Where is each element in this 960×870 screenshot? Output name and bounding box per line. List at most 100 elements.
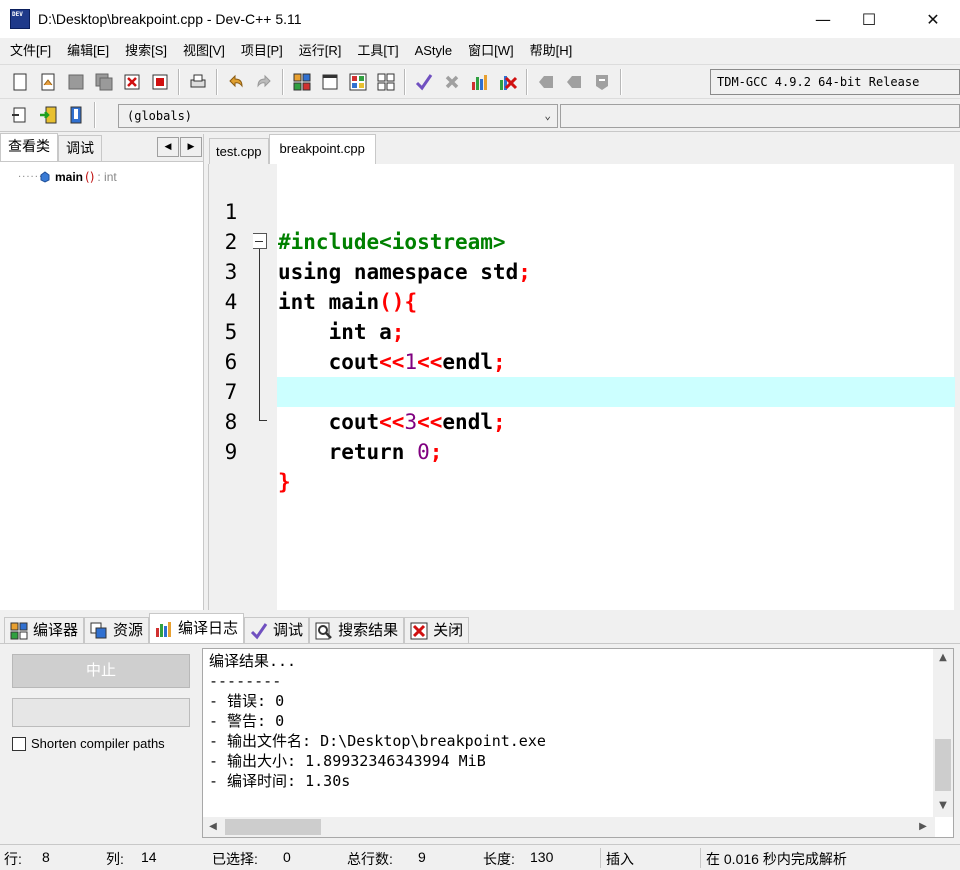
undo-icon[interactable] (224, 70, 248, 94)
code-line: 1 #include<iostream> (209, 167, 955, 254)
function-icon (40, 171, 50, 183)
maximize-button[interactable]: ☐ (846, 0, 892, 38)
tab-test-cpp[interactable]: test.cpp (209, 138, 269, 164)
status-separator (600, 848, 601, 868)
scroll-right-icon[interactable]: ▶ (913, 818, 933, 836)
menu-project[interactable]: 项目[P] (233, 38, 291, 64)
toolbar-separator (282, 68, 284, 95)
status-col-label: 列: (106, 851, 124, 867)
window-icon[interactable] (318, 70, 342, 94)
log-line: - 警告: 0 (209, 712, 285, 730)
vertical-scrollbar[interactable]: ▲ ▼ (933, 649, 953, 817)
save-icon[interactable] (64, 70, 88, 94)
code-line: 5 cout<<1<<endl; (209, 287, 955, 374)
color-palette-icon[interactable] (346, 70, 370, 94)
status-total-lines-label: 总行数: (347, 851, 393, 867)
menu-bar: 文件[F] 编辑[E] 搜索[S] 视图[V] 项目[P] 运行[R] 工具[T… (0, 38, 960, 64)
tab-search-results[interactable]: 搜索结果 (309, 617, 405, 643)
close-file-icon[interactable] (120, 70, 144, 94)
horizontal-scroll-thumb[interactable] (225, 819, 321, 835)
menu-astyle[interactable]: AStyle (407, 38, 461, 64)
save-all-icon[interactable] (92, 70, 116, 94)
close-button[interactable]: ✕ (906, 0, 960, 38)
class-browser-tabs: 查看类 调试 ◀ ▶ (0, 133, 203, 162)
tab-debug-output[interactable]: 调试 (244, 617, 310, 643)
scroll-down-icon[interactable]: ▼ (933, 797, 953, 815)
bookmark-left-icon[interactable] (534, 70, 558, 94)
class-tree-item-main[interactable]: ······ main () : int (18, 170, 117, 184)
shorten-paths-label: Shorten compiler paths (31, 736, 165, 751)
bookmark-toggle-icon[interactable] (64, 103, 88, 127)
scroll-left-icon[interactable]: ◀ (203, 818, 223, 836)
log-line: 编译结果... (209, 652, 297, 670)
insert-icon[interactable] (8, 103, 32, 127)
redo-icon[interactable] (252, 70, 276, 94)
vertical-scroll-thumb[interactable] (935, 739, 951, 791)
menu-window[interactable]: 窗口[W] (460, 38, 522, 64)
menu-view[interactable]: 视图[V] (175, 38, 233, 64)
menu-tools[interactable]: 工具[T] (349, 38, 406, 64)
horizontal-scrollbar[interactable]: ◀ ▶ (203, 817, 935, 837)
tab-close[interactable]: 关闭 (404, 617, 470, 643)
log-line: - 编译时间: 1.30s (209, 772, 351, 790)
status-col-value: 14 (141, 849, 157, 865)
delete-chart-icon[interactable] (496, 70, 520, 94)
code-editor[interactable]: 1 #include<iostream> 2 using namespace s… (208, 164, 955, 610)
chevron-down-icon: ⌄ (544, 109, 551, 122)
close-all-icon[interactable] (148, 70, 172, 94)
code-line: 3 int main(){ (209, 227, 955, 314)
function-select[interactable] (560, 104, 960, 128)
tab-scroll-left-icon[interactable]: ◀ (157, 137, 179, 157)
compiler-select[interactable]: TDM-GCC 4.9.2 64-bit Release (710, 69, 960, 95)
code-text: } (278, 470, 291, 494)
bookmark-right-icon[interactable] (562, 70, 586, 94)
compile-check-icon[interactable] (412, 70, 436, 94)
tab-debug[interactable]: 调试 (58, 135, 102, 161)
open-file-icon[interactable] (36, 70, 60, 94)
menu-search[interactable]: 搜索[S] (117, 38, 175, 64)
menu-help[interactable]: 帮助[H] (522, 38, 581, 64)
menu-edit[interactable]: 编辑[E] (59, 38, 117, 64)
scope-select[interactable]: (globals) ⌄ (118, 104, 558, 128)
log-line: - 输出大小: 1.89932346343994 MiB (209, 752, 486, 770)
stop-icon[interactable] (440, 70, 464, 94)
tab-compiler[interactable]: 编译器 (4, 617, 85, 643)
tree-connector: ······ (18, 171, 44, 183)
close-icon (410, 622, 428, 639)
code-text: return 0; (278, 440, 443, 464)
shorten-paths-checkbox[interactable]: Shorten compiler paths (12, 736, 165, 751)
checkbox-box[interactable] (12, 736, 26, 751)
stop-button[interactable]: 中止 (12, 654, 190, 688)
scroll-up-icon[interactable]: ▲ (933, 649, 953, 667)
code-line: 4 int a; (209, 257, 955, 344)
goto-line-icon[interactable] (36, 103, 60, 127)
project-icon[interactable] (290, 70, 314, 94)
tab-class-view[interactable]: 查看类 (0, 133, 58, 161)
devcpp-app-icon (10, 9, 30, 29)
toolbar-separator (216, 68, 218, 95)
menu-run[interactable]: 运行[R] (291, 38, 350, 64)
toolbar-separator (94, 102, 96, 128)
tab-label: 搜索结果 (338, 621, 399, 639)
new-file-icon[interactable] (8, 70, 32, 94)
tab-compile-log[interactable]: 编译日志 (149, 613, 245, 643)
check-icon (250, 622, 268, 639)
status-bar: 行: 8 列: 14 已选择: 0 总行数: 9 长度: 130 插入 在 0.… (0, 844, 960, 870)
tab-resources[interactable]: 资源 (84, 617, 150, 643)
compiler-icon (10, 622, 28, 639)
tree-item-type: : int (97, 170, 117, 184)
compile-log[interactable]: 编译结果... -------- - 错误: 0 - 警告: 0 - 输出文件名… (202, 648, 954, 838)
grid-icon[interactable] (374, 70, 398, 94)
code-line: 8 return 0; (209, 377, 955, 464)
tab-label: 编译日志 (178, 619, 239, 637)
status-total-lines-value: 9 (418, 849, 426, 865)
tab-scroll-right-icon[interactable]: ▶ (180, 137, 202, 157)
chart-icon[interactable] (468, 70, 492, 94)
log-line: - 错误: 0 (209, 692, 285, 710)
minimize-button[interactable]: — (800, 0, 846, 38)
tab-breakpoint-cpp[interactable]: breakpoint.cpp (268, 134, 376, 164)
bookmark-icon[interactable] (590, 70, 614, 94)
code-line: 9 } (209, 407, 955, 494)
print-icon[interactable] (186, 70, 210, 94)
menu-file[interactable]: 文件[F] (2, 38, 59, 64)
